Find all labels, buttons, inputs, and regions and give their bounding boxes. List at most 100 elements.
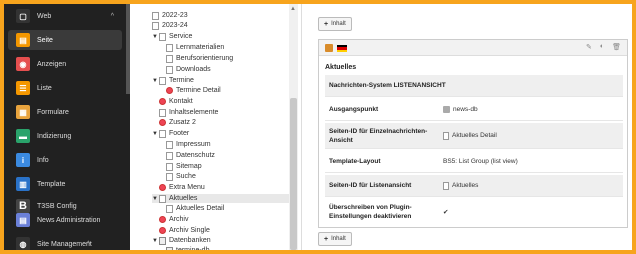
property-value-text: Aktuelles xyxy=(452,182,479,189)
hide-toggle-icon[interactable]: ◐ xyxy=(600,43,604,51)
tree-node-label: Datenschutz xyxy=(176,152,215,159)
page-icon xyxy=(159,108,166,117)
nav-item-news-administration[interactable]: ▤ News Administration xyxy=(4,210,126,230)
nav-item-anzeigen[interactable]: ◉ Anzeigen xyxy=(4,54,126,74)
page-icon xyxy=(166,151,173,160)
page-icon xyxy=(152,11,159,20)
tree-node[interactable]: Aktuelles Detail xyxy=(166,204,224,213)
add-content-label: Inhalt xyxy=(331,236,346,242)
tree-node[interactable]: Downloads xyxy=(166,65,211,74)
tree-node[interactable]: Berufsorientierung xyxy=(166,54,233,63)
property-row: Ausgangspunkt news-db xyxy=(325,99,623,121)
tree-node-label: Aktuelles Detail xyxy=(176,205,225,212)
tree-node[interactable]: Sitemap xyxy=(166,162,202,171)
page-icon xyxy=(166,54,173,63)
nav-item-label: Liste xyxy=(37,84,52,92)
tree-node[interactable]: Kontakt xyxy=(159,97,193,106)
content-element: ✎ ◐ 🗑 Aktuelles Nachrichten-System LISTE… xyxy=(318,39,628,228)
property-key: Seiten-ID für Einzelnachrichten-Ansicht xyxy=(329,127,428,144)
tree-node[interactable]: 2022-23 xyxy=(152,11,188,20)
nav-item-site-management[interactable]: ◍ Site Management ^ xyxy=(4,234,126,250)
page-icon xyxy=(443,181,449,190)
nav-item-template[interactable]: ▥ Template xyxy=(4,174,126,194)
chevron-up-icon[interactable]: ^ xyxy=(87,241,90,248)
nav-item-info[interactable]: i Info xyxy=(4,150,126,170)
property-row: Seiten-ID für Listenansicht Aktuelles xyxy=(325,175,623,197)
tree-node-label: Termine Detail xyxy=(176,87,221,94)
nav-item-liste[interactable]: ☰ Liste xyxy=(4,78,126,98)
restricted-page-icon xyxy=(159,227,166,234)
edit-icon[interactable]: ✎ xyxy=(586,43,592,51)
tree-node[interactable]: Suche xyxy=(166,172,196,181)
german-flag-icon xyxy=(337,45,347,52)
tree-node[interactable]: Inhaltselemente xyxy=(159,108,218,117)
module-menu: ▢ Web ^ ▤ Seite ◉ Anzeigen ☰ Liste ▦ For… xyxy=(4,4,130,250)
nav-item-label: Indizierung xyxy=(37,132,72,140)
check-icon: ✔ xyxy=(443,209,449,216)
plus-icon: + xyxy=(324,235,329,243)
add-content-label: Inhalt xyxy=(331,21,346,27)
tree-node[interactable]: Datenschutz xyxy=(166,151,215,160)
restricted-page-icon xyxy=(159,119,166,126)
tree-node[interactable]: Archiv Single xyxy=(159,226,210,235)
expand-toggle-icon[interactable]: ▼ xyxy=(152,78,159,84)
nav-item-formulare[interactable]: ▦ Formulare xyxy=(4,102,126,122)
tree-node[interactable]: ▼ Termine xyxy=(152,76,194,85)
property-key: Nachrichten-System LISTENANSICHT xyxy=(329,82,446,89)
tree-node[interactable]: ▼ Service xyxy=(152,32,192,41)
tree-node-label: Suche xyxy=(176,173,196,180)
property-row: Nachrichten-System LISTENANSICHT xyxy=(325,75,623,97)
info-icon: i xyxy=(16,153,30,167)
tree-node-label: Downloads xyxy=(176,66,211,73)
nav-item-label: Site Management xyxy=(37,240,92,248)
delete-icon[interactable]: 🗑 xyxy=(612,43,621,51)
tree-node[interactable]: Archiv xyxy=(159,215,188,224)
tree-node[interactable]: termine-db xyxy=(166,246,209,250)
add-content-button-bottom[interactable]: + Inhalt xyxy=(318,232,352,246)
site-management-icon: ◍ xyxy=(16,237,30,250)
property-key: Überschreiben von Plugin-Einstellungen d… xyxy=(329,204,412,220)
folder-icon xyxy=(159,236,166,245)
tree-node[interactable]: Extra Menu xyxy=(159,183,205,192)
tree-node[interactable]: 2023-24 xyxy=(152,21,188,30)
tree-node-label: Termine xyxy=(169,77,194,84)
tree-scrollbar[interactable]: ▲ xyxy=(289,4,298,250)
nav-item-web[interactable]: ▢ Web ^ xyxy=(4,6,126,26)
tree-scrollbar-thumb[interactable] xyxy=(290,98,297,250)
expand-toggle-icon[interactable]: ▼ xyxy=(152,34,159,40)
tree-node-selected[interactable]: ▼ Aktuelles xyxy=(152,194,289,203)
property-key: Seiten-ID für Listenansicht xyxy=(329,182,412,189)
property-row: Überschreiben von Plugin-Einstellungen d… xyxy=(325,199,623,225)
page-icon xyxy=(166,65,173,74)
nav-item-seite[interactable]: ▤ Seite xyxy=(8,30,122,50)
nav-item-label: Anzeigen xyxy=(37,60,67,68)
page-icon xyxy=(159,129,166,138)
page-icon xyxy=(166,162,173,171)
tree-node[interactable]: ▼ Datenbanken xyxy=(152,236,211,245)
nav-item-label: Web xyxy=(37,12,52,20)
tree-node-label: Service xyxy=(169,33,193,40)
nav-item-label: Info xyxy=(37,156,49,164)
scroll-up-icon[interactable]: ▲ xyxy=(290,6,296,12)
tree-node[interactable]: Zusatz 2 xyxy=(159,118,196,127)
expand-toggle-icon[interactable]: ▼ xyxy=(152,131,159,137)
tree-node-label: Archiv Single xyxy=(169,227,210,234)
tree-node-label: 2022-23 xyxy=(162,12,188,19)
tree-node[interactable]: Termine Detail xyxy=(166,86,221,95)
property-value: Aktuelles xyxy=(443,181,479,190)
nav-item-indizierung[interactable]: ▬ Indizierung xyxy=(4,126,126,146)
plus-icon: + xyxy=(324,20,329,28)
plugin-icon xyxy=(325,44,333,52)
tree-node[interactable]: Impressum xyxy=(166,140,211,149)
tree-node[interactable]: ▼ Footer xyxy=(152,129,189,138)
news-icon: ▤ xyxy=(16,213,30,227)
expand-toggle-icon[interactable]: ▼ xyxy=(152,238,159,244)
expand-toggle-icon[interactable]: ▼ xyxy=(152,196,159,202)
property-row: Seiten-ID für Einzelnachrichten-Ansicht … xyxy=(325,123,623,149)
nav-item-label: Formulare xyxy=(37,108,69,116)
restricted-page-icon xyxy=(159,98,166,105)
tree-node[interactable]: Lernmaterialien xyxy=(166,43,224,52)
add-content-button[interactable]: + Inhalt xyxy=(318,17,352,31)
chevron-up-icon[interactable]: ^ xyxy=(111,13,114,20)
property-value: news-db xyxy=(443,106,478,113)
